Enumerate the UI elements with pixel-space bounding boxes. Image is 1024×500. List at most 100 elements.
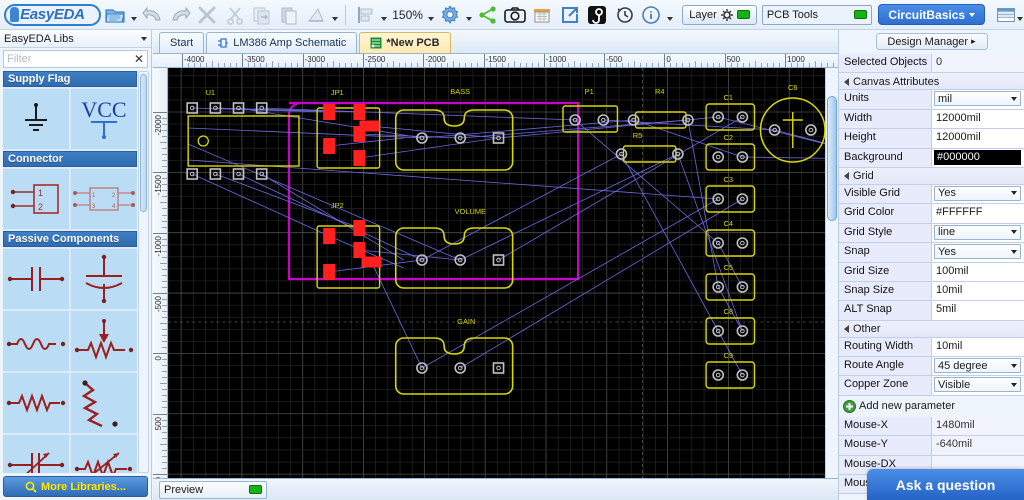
background-color-input[interactable]: #000000 — [934, 149, 1021, 165]
lib-item-potentiometer[interactable] — [71, 435, 137, 473]
library-category-header[interactable]: Supply Flag — [3, 71, 137, 87]
tab-new-pcb[interactable]: *New PCB — [359, 32, 451, 53]
cut-icon[interactable] — [222, 2, 247, 28]
undo-icon[interactable] — [141, 2, 166, 28]
clear-filter-icon[interactable]: ✕ — [134, 53, 144, 65]
smd-pad[interactable] — [353, 242, 366, 258]
redo-icon[interactable] — [168, 2, 193, 28]
pcb-canvas-svg[interactable]: U1 JP1 JP2 BASS VOLUME GAIN P1 R4 R5 C1 C2 C3 C4 C5 C8… — [168, 68, 825, 478]
footprints[interactable]: U1 JP1 JP2 BASS VOLUME GAIN P1 R4 R5 C1 C2 C3 C4 C5 C8… — [186, 83, 825, 395]
preview-button[interactable]: Preview — [159, 480, 267, 499]
lib-item-header-2pin[interactable]: 1 2 — [3, 169, 69, 229]
ruler-minor-tick — [162, 136, 167, 138]
smd-pad[interactable] — [323, 138, 336, 154]
pcb-tools-label: PCB Tools — [766, 8, 818, 21]
horizontal-ruler[interactable]: -4000 -3500 -3000 -2500 -2000 -1500 -1000 -500 0… — [153, 54, 838, 68]
width-input[interactable]: 12000mil — [932, 109, 1024, 129]
smd-pad[interactable] — [323, 228, 336, 244]
canvas-vertical-scrollbar[interactable] — [825, 68, 838, 478]
lib-item-zigzag-resistor[interactable] — [71, 373, 137, 433]
snap-select[interactable]: Yes — [934, 244, 1021, 260]
lib-item-header-4pin[interactable]: 1 2 3 4 — [71, 169, 137, 229]
grid-size-input[interactable]: 100mil — [932, 262, 1024, 281]
open-folder-icon[interactable] — [103, 2, 128, 28]
camera-icon[interactable] — [503, 2, 528, 28]
section-other[interactable]: Other — [839, 320, 1024, 338]
pcb-tools-combo[interactable]: PCB Tools — [761, 4, 873, 25]
zoom-level-label[interactable]: 150% — [390, 8, 425, 22]
import-dropdown-caret[interactable] — [331, 2, 340, 28]
smd-pad[interactable] — [361, 256, 382, 268]
alt-snap-input[interactable]: 5mil — [932, 301, 1024, 320]
section-grid[interactable]: Grid — [839, 167, 1024, 185]
smd-pad[interactable] — [359, 120, 380, 132]
settings-gear-icon[interactable] — [438, 2, 463, 28]
smd-pad[interactable] — [323, 104, 336, 120]
align-icon[interactable] — [352, 2, 377, 28]
history-icon[interactable] — [611, 2, 636, 28]
add-new-parameter-button[interactable]: Add new parameter — [839, 396, 1024, 417]
layer-selector-button[interactable]: Layer — [682, 4, 757, 25]
filter-input[interactable]: Filter — [7, 53, 31, 65]
height-input[interactable]: 12000mil — [932, 129, 1024, 148]
smd-pad[interactable] — [353, 150, 366, 166]
smd-pad[interactable] — [353, 104, 366, 120]
vertical-ruler[interactable]: -2000-1500-1000-50005001000 — [153, 68, 168, 478]
through-hole-pad[interactable] — [736, 237, 749, 249]
route-angle-select[interactable]: 45 degree — [934, 358, 1021, 374]
zoom-dropdown-caret[interactable] — [427, 2, 436, 28]
library-category-header[interactable]: Passive Components — [3, 231, 137, 247]
share-icon[interactable] — [475, 2, 500, 28]
library-selector[interactable]: EasyEDA Libs — [0, 30, 151, 48]
tab-lm386-amp-schematic[interactable]: LM386 Amp Schematic — [206, 32, 358, 53]
canvas-scrollbar-thumb[interactable] — [827, 96, 837, 221]
through-hole-pad[interactable] — [712, 369, 725, 381]
info-icon[interactable] — [638, 2, 663, 28]
tab-start[interactable]: Start — [159, 32, 205, 53]
library-category-header[interactable]: Connector — [3, 151, 137, 167]
lib-item-variable-capacitor[interactable] — [3, 435, 69, 473]
through-hole-pad[interactable] — [492, 254, 505, 266]
window-layout-caret[interactable] — [1015, 2, 1024, 28]
lib-item-varistor[interactable] — [71, 311, 137, 371]
paste-icon[interactable] — [276, 2, 301, 28]
more-tools-caret[interactable] — [666, 2, 675, 28]
copper-zone-select[interactable]: Visible — [934, 377, 1021, 393]
grid-color-input[interactable]: #FFFFFF — [932, 204, 1024, 223]
snap-size-input[interactable]: 10mil — [932, 281, 1024, 301]
align-dropdown-caret[interactable] — [380, 2, 389, 28]
design-manager-button[interactable]: Design Manager ▸ — [875, 33, 988, 50]
lib-item-inductor[interactable] — [3, 311, 69, 371]
copy-icon[interactable] — [249, 2, 274, 28]
bom-icon[interactable] — [530, 2, 555, 28]
delete-icon[interactable] — [195, 2, 220, 28]
fabrication-icon[interactable] — [584, 2, 609, 28]
settings-dropdown-caret[interactable] — [465, 2, 474, 28]
user-account-button[interactable]: CircuitBasics — [878, 4, 986, 25]
open-folder-dropdown-caret[interactable] — [130, 2, 139, 28]
through-hole-pad[interactable] — [492, 362, 505, 374]
section-canvas-attributes[interactable]: Canvas Attributes — [839, 73, 1024, 91]
lib-item-capacitor[interactable] — [3, 249, 69, 309]
lib-item-resistor[interactable] — [3, 373, 69, 433]
library-scrollbar[interactable] — [138, 71, 149, 473]
more-libraries-button[interactable]: More Libraries... — [3, 476, 148, 497]
window-layout-icon[interactable] — [997, 7, 1016, 22]
pcb-canvas[interactable]: U1 JP1 JP2 BASS VOLUME GAIN P1 R4 R5 C1 C2 C3 C4 C5 C8… — [168, 68, 825, 478]
grid-style-select[interactable]: line — [934, 224, 1021, 240]
through-hole-pad[interactable] — [805, 124, 817, 136]
ruler-minor-tick — [772, 63, 774, 67]
visible-grid-select[interactable]: Yes — [934, 185, 1021, 201]
lib-item-polarized-capacitor[interactable] — [71, 249, 137, 309]
import-icon[interactable] — [304, 2, 329, 28]
board-outline[interactable] — [287, 101, 580, 281]
units-select[interactable]: mil — [934, 91, 1021, 107]
library-scrollbar-thumb[interactable] — [140, 74, 147, 212]
export-icon[interactable] — [557, 2, 582, 28]
lib-item-gnd-symbol[interactable] — [3, 89, 69, 149]
lib-item-vcc-symbol[interactable]: VCC — [71, 89, 137, 149]
routing-width-input[interactable]: 10mil — [932, 337, 1024, 357]
smd-pad[interactable] — [353, 220, 366, 236]
ask-a-question-button[interactable]: Ask a question — [867, 469, 1024, 500]
smd-pad[interactable] — [323, 264, 336, 280]
